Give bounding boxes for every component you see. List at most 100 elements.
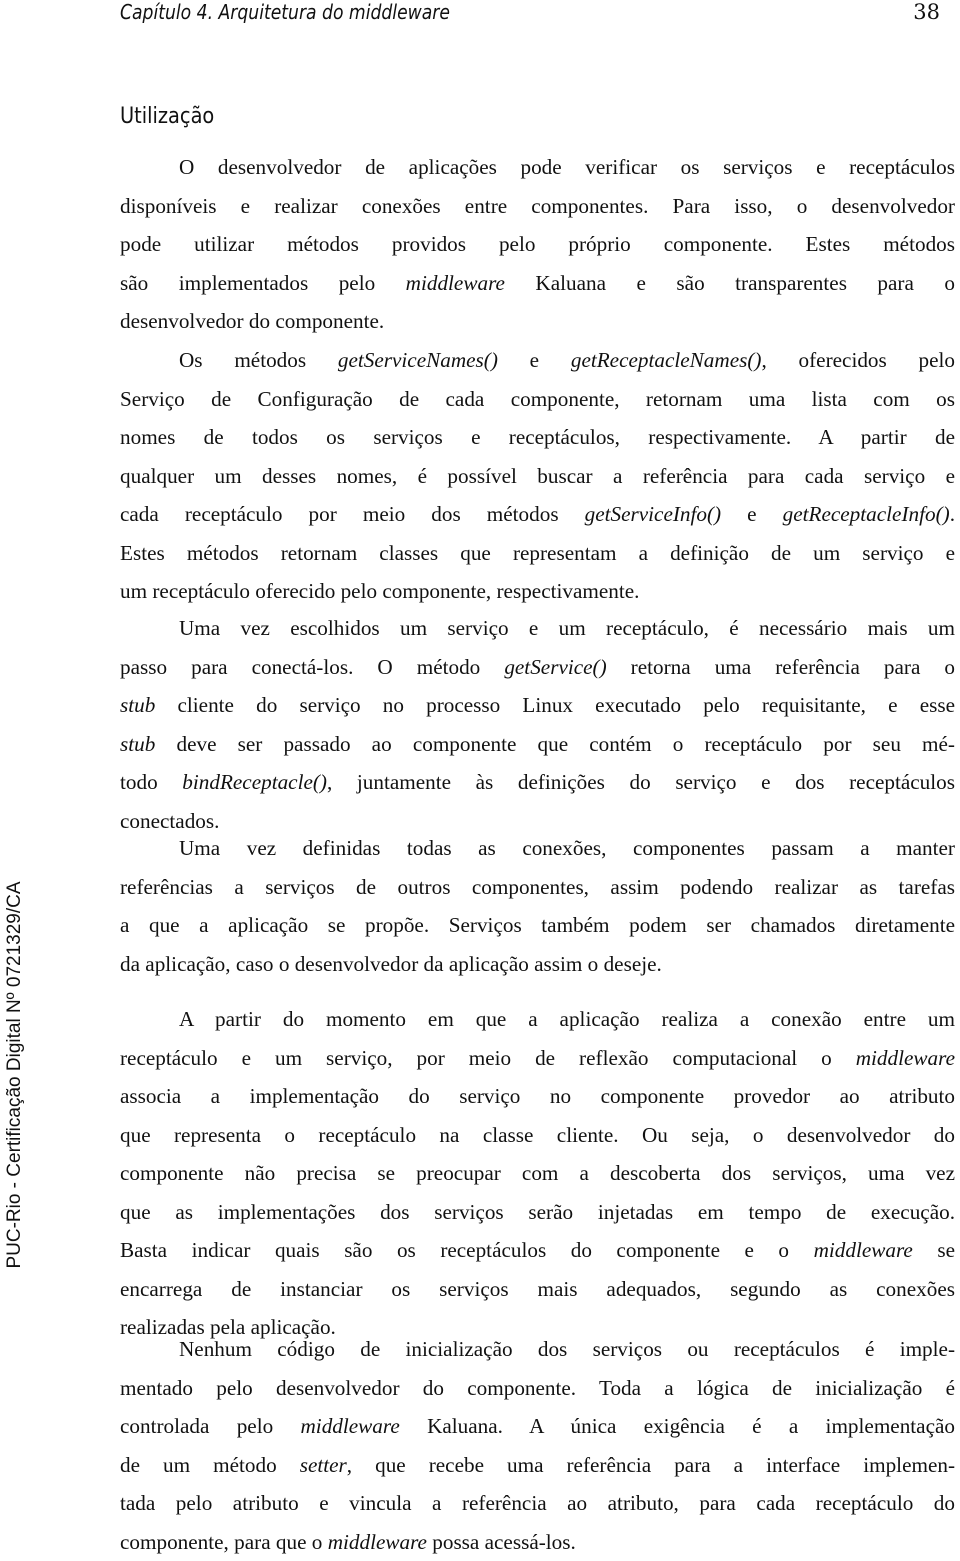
emphasized-term: getServiceInfo() (585, 502, 721, 526)
emphasized-term: getServiceNames() (338, 348, 498, 372)
text-run: componente não precisa se preocupar com … (120, 1161, 955, 1185)
text-run: Basta indicar quais são os receptáculos … (120, 1238, 814, 1262)
paragraph: Nenhum código de inicialização dos servi… (120, 1330, 955, 1561)
text-run: Nenhum código de inicialização dos servi… (179, 1337, 955, 1361)
emphasized-term: getReceptacleNames() (571, 348, 762, 372)
text-line: Os métodos getServiceNames() e getRecept… (120, 341, 955, 380)
text-run: Uma vez definidas todas as conexões, com… (179, 836, 955, 860)
text-run: , juntamente às definições do serviço e … (327, 770, 955, 794)
text-line: são implementados pelo middleware Kaluan… (120, 264, 955, 303)
text-line: Uma vez definidas todas as conexões, com… (120, 829, 955, 868)
text-run: qualquer um desses nomes, é possível bus… (120, 464, 955, 488)
emphasized-term: middleware (301, 1414, 400, 1438)
emphasized-term: bindReceptacle() (182, 770, 327, 794)
emphasized-term: middleware (328, 1530, 427, 1554)
running-title: Capítulo 4. Arquitetura do middleware (120, 0, 450, 24)
running-header: Capítulo 4. Arquitetura do middleware (120, 0, 825, 26)
emphasized-term: middleware (856, 1046, 955, 1070)
text-line: da aplicação, caso o desenvolvedor da ap… (120, 945, 955, 984)
text-line: todo bindReceptacle(), juntamente às def… (120, 763, 955, 802)
text-line: O desenvolvedor de aplicações pode verif… (120, 148, 955, 187)
text-line: stub deve ser passado ao componente que … (120, 725, 955, 764)
text-run: O desenvolvedor de aplicações pode verif… (179, 155, 955, 179)
emphasized-term: stub (120, 732, 155, 756)
text-run: de um método (120, 1453, 300, 1477)
emphasized-term: stub (120, 693, 155, 717)
text-line: receptáculo e um serviço, por meio de re… (120, 1039, 955, 1078)
text-line: componente, para que o middleware possa … (120, 1523, 955, 1561)
emphasized-term: middleware (406, 271, 505, 295)
text-run: referências a serviços de outros compone… (120, 875, 955, 899)
text-run: que as implementações dos serviços serão… (120, 1200, 955, 1224)
text-run: receptáculo e um serviço, por meio de re… (120, 1046, 856, 1070)
text-line: Estes métodos retornam classes que repre… (120, 534, 955, 573)
text-line: qualquer um desses nomes, é possível bus… (120, 457, 955, 496)
text-run: encarrega de instanciar os serviços mais… (120, 1277, 955, 1301)
text-line: Basta indicar quais são os receptáculos … (120, 1231, 955, 1270)
text-line: pode utilizar métodos providos pelo próp… (120, 225, 955, 264)
text-run: e (721, 502, 783, 526)
text-run: nomes de todos os serviços e receptáculo… (120, 425, 955, 449)
text-line: a que a aplicação se propõe. Serviços ta… (120, 906, 955, 945)
text-line: cada receptáculo por meio dos métodos ge… (120, 495, 955, 534)
text-run: a que a aplicação se propõe. Serviços ta… (120, 913, 955, 937)
text-run: associa a implementação do serviço no co… (120, 1084, 955, 1108)
text-line: Nenhum código de inicialização dos servi… (120, 1330, 955, 1369)
text-line: nomes de todos os serviços e receptáculo… (120, 418, 955, 457)
text-line: tada pelo atributo e vincula a referênci… (120, 1484, 955, 1523)
paragraph: Uma vez definidas todas as conexões, com… (120, 829, 955, 983)
text-line: Uma vez escolhidos um serviço e um recep… (120, 609, 955, 648)
text-run: se (913, 1238, 955, 1262)
text-line: que representa o receptáculo na classe c… (120, 1116, 955, 1155)
text-line: disponíveis e realizar conexões entre co… (120, 187, 955, 226)
paragraph: A partir do momento em que a aplicação r… (120, 1000, 955, 1347)
emphasized-term: getService() (504, 655, 606, 679)
text-line: de um método setter, que recebe uma refe… (120, 1446, 955, 1485)
text-run: disponíveis e realizar conexões entre co… (120, 194, 955, 218)
emphasized-term: middleware (814, 1238, 913, 1262)
certification-watermark: PUC-Rio - Certificação Digital Nº 072132… (4, 715, 34, 1435)
text-run: e (498, 348, 571, 372)
emphasized-term: setter (300, 1453, 347, 1477)
emphasized-term: getReceptacleInfo() (783, 502, 950, 526)
text-run: Serviço de Configuração de cada componen… (120, 387, 955, 411)
text-line: referências a serviços de outros compone… (120, 868, 955, 907)
page-number: 38 (913, 0, 940, 24)
text-run: possa acessá-los. (427, 1530, 576, 1554)
text-line: A partir do momento em que a aplicação r… (120, 1000, 955, 1039)
text-run: , oferecidos pelo (761, 348, 955, 372)
text-run: Os métodos (179, 348, 338, 372)
paragraph: Uma vez escolhidos um serviço e um recep… (120, 609, 955, 840)
text-line: um receptáculo oferecido pelo componente… (120, 572, 955, 611)
text-run: um receptáculo oferecido pelo componente… (120, 579, 639, 603)
section-title: Utilização (120, 104, 214, 129)
text-run: mentado pelo desenvolvedor do componente… (120, 1376, 955, 1400)
text-run: passo para conectá-los. O método (120, 655, 504, 679)
text-run: todo (120, 770, 182, 794)
text-line: que as implementações dos serviços serão… (120, 1193, 955, 1232)
text-run: deve ser passado ao componente que conté… (155, 732, 955, 756)
text-run: da aplicação, caso o desenvolvedor da ap… (120, 952, 662, 976)
text-run: pode utilizar métodos providos pelo próp… (120, 232, 955, 256)
text-line: passo para conectá-los. O método getServ… (120, 648, 955, 687)
text-run: Kaluana e são transparentes para o (505, 271, 955, 295)
text-run: Kaluana. A única exigência é a implement… (400, 1414, 955, 1438)
paragraph: Os métodos getServiceNames() e getRecept… (120, 341, 955, 611)
text-run: , que recebe uma referência para a inter… (347, 1453, 955, 1477)
text-line: componente não precisa se preocupar com … (120, 1154, 955, 1193)
text-run: são implementados pelo (120, 271, 406, 295)
text-run: tada pelo atributo e vincula a referênci… (120, 1491, 955, 1515)
text-run: retorna uma referência para o (607, 655, 955, 679)
text-run: controlada pelo (120, 1414, 301, 1438)
text-run: . (950, 502, 955, 526)
text-line: associa a implementação do serviço no co… (120, 1077, 955, 1116)
text-line: controlada pelo middleware Kaluana. A ún… (120, 1407, 955, 1446)
text-line: mentado pelo desenvolvedor do componente… (120, 1369, 955, 1408)
text-run: Uma vez escolhidos um serviço e um recep… (179, 616, 955, 640)
paragraph: O desenvolvedor de aplicações pode verif… (120, 148, 955, 341)
text-run: Estes métodos retornam classes que repre… (120, 541, 955, 565)
text-run: componente, para que o (120, 1530, 328, 1554)
text-run: que representa o receptáculo na classe c… (120, 1123, 955, 1147)
text-line: Serviço de Configuração de cada componen… (120, 380, 955, 419)
text-run: cliente do serviço no processo Linux exe… (155, 693, 955, 717)
